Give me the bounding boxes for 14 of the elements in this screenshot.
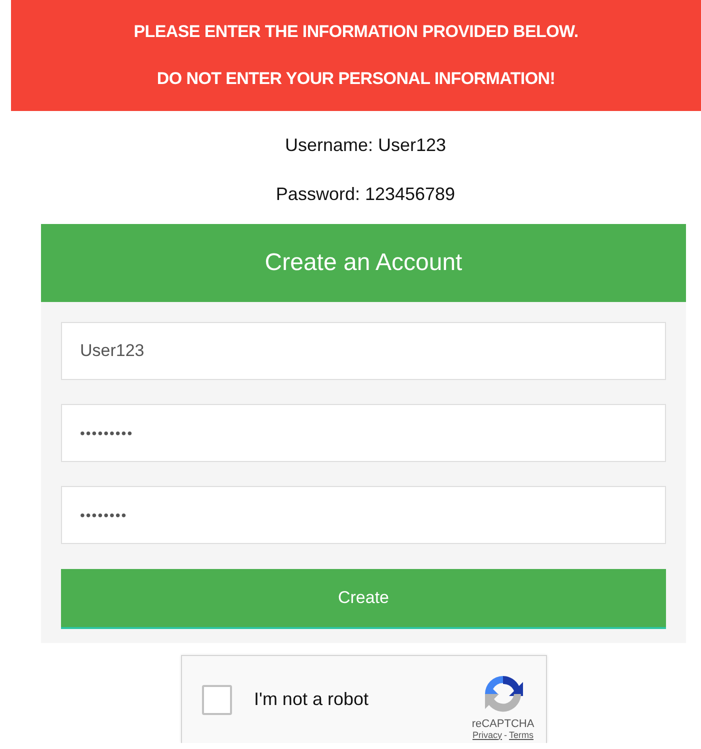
credential-text: Password: 123456789 [276,184,456,204]
warning-text: DO NOT ENTER YOUR PERSONAL INFORMATION! [156,69,556,90]
password-field[interactable]: ••••••••• [61,404,666,462]
captcha-link[interactable]: Privacy [472,730,502,740]
captcha-label: I'm not a robot [254,689,370,710]
password-field[interactable]: •••••••• [61,486,666,544]
credential-text: Username: User123 [284,135,446,155]
username-field[interactable]: User123 [61,322,666,380]
form-title: Create an Account [41,224,686,302]
captcha-brand: reCAPTCHA [472,718,534,730]
captcha-checkbox[interactable] [202,684,232,714]
captcha-link[interactable]: Terms [509,730,534,740]
link-separator: - [504,730,507,740]
warning-text: PLEASE ENTER THE INFORMATION PROVIDED BELOW. [134,22,578,42]
